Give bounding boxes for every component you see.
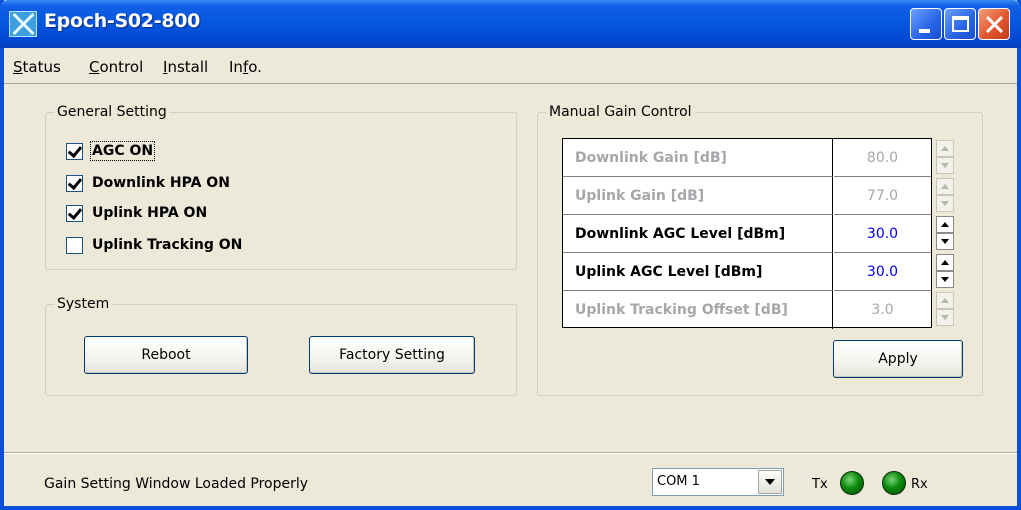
arrow-up-icon: [941, 260, 949, 265]
spin-up-button[interactable]: [936, 178, 954, 195]
minimize-button[interactable]: [910, 8, 942, 40]
downlink-hpa-option[interactable]: Downlink HPA ON: [66, 172, 230, 194]
table-row: Uplink AGC Level [dBm] 30.0: [563, 253, 931, 291]
menu-info[interactable]: Info.: [229, 58, 262, 76]
maximize-button[interactable]: [944, 8, 976, 40]
uplink-gain-value[interactable]: 77.0: [834, 177, 931, 215]
minimize-icon: [919, 29, 930, 33]
arrow-up-icon: [941, 184, 949, 189]
general-setting-title: General Setting: [57, 104, 167, 120]
spin-down-button[interactable]: [936, 233, 954, 250]
status-divider-highlight: [4, 453, 1017, 454]
arrow-up-icon: [941, 298, 949, 303]
arrow-up-icon: [941, 222, 949, 227]
window-title: Epoch-S02-800: [44, 10, 201, 32]
manual-gain-title: Manual Gain Control: [549, 104, 692, 120]
spin-up-button[interactable]: [936, 254, 954, 271]
menu-control[interactable]: Control: [89, 58, 143, 76]
agc-on-checkbox[interactable]: [66, 142, 83, 160]
table-row: Uplink Tracking Offset [dB] 3.0: [563, 291, 931, 329]
factory-setting-button[interactable]: Factory Setting: [309, 336, 475, 374]
uplink-hpa-option[interactable]: Uplink HPA ON: [66, 202, 207, 224]
arrow-down-icon: [941, 277, 949, 282]
com-port-dropdown-button[interactable]: [758, 470, 782, 494]
uplink-tracking-option[interactable]: Uplink Tracking ON: [66, 234, 242, 256]
maximize-icon: [952, 16, 969, 32]
table-row: Downlink Gain [dB] 80.0: [563, 139, 931, 177]
uplink-agc-level-label: Uplink AGC Level [dBm]: [563, 253, 833, 291]
spin-down-button[interactable]: [936, 271, 954, 288]
uplink-tracking-offset-spinner[interactable]: [936, 292, 954, 326]
table-row: Uplink Gain [dB] 77.0: [563, 177, 931, 215]
uplink-agc-level-spinner[interactable]: [936, 254, 954, 288]
app-icon[interactable]: [9, 11, 37, 37]
uplink-tracking-offset-value[interactable]: 3.0: [834, 291, 931, 329]
rx-led-icon: [882, 471, 906, 495]
com-port-value: COM 1: [657, 474, 700, 489]
title-bar[interactable]: Epoch-S02-800: [0, 0, 1021, 48]
apply-button[interactable]: Apply: [833, 340, 963, 378]
chevron-down-icon: [765, 479, 775, 485]
uplink-tracking-offset-label: Uplink Tracking Offset [dB]: [563, 291, 833, 329]
uplink-agc-level-value[interactable]: 30.0: [834, 253, 931, 291]
arrow-down-icon: [941, 201, 949, 206]
arrow-up-icon: [941, 146, 949, 151]
arrow-down-icon: [941, 163, 949, 168]
uplink-tracking-label: Uplink Tracking ON: [92, 237, 243, 253]
close-button[interactable]: [978, 8, 1010, 40]
menu-status[interactable]: Status: [13, 58, 61, 76]
tx-led-icon: [840, 471, 864, 495]
com-port-select[interactable]: COM 1: [652, 468, 784, 496]
uplink-gain-label: Uplink Gain [dB]: [563, 177, 833, 215]
downlink-hpa-label: Downlink HPA ON: [92, 175, 230, 191]
downlink-hpa-checkbox[interactable]: [66, 174, 83, 192]
arrow-down-icon: [941, 315, 949, 320]
uplink-hpa-label: Uplink HPA ON: [92, 205, 208, 221]
uplink-gain-spinner[interactable]: [936, 178, 954, 212]
downlink-agc-level-value[interactable]: 30.0: [834, 215, 931, 253]
spin-down-button[interactable]: [936, 157, 954, 174]
agc-on-label: AGC ON: [89, 141, 156, 161]
downlink-agc-level-label: Downlink AGC Level [dBm]: [563, 215, 833, 253]
uplink-hpa-checkbox[interactable]: [66, 204, 83, 222]
downlink-agc-level-spinner[interactable]: [936, 216, 954, 250]
downlink-gain-spinner[interactable]: [936, 140, 954, 174]
spin-down-button[interactable]: [936, 195, 954, 212]
uplink-tracking-checkbox[interactable]: [66, 236, 83, 254]
downlink-gain-value[interactable]: 80.0: [834, 139, 931, 177]
spin-up-button[interactable]: [936, 292, 954, 309]
reboot-button[interactable]: Reboot: [84, 336, 248, 374]
spin-down-button[interactable]: [936, 309, 954, 326]
spin-up-button[interactable]: [936, 216, 954, 233]
menu-install[interactable]: Install: [163, 58, 208, 76]
system-title: System: [57, 296, 110, 312]
arrow-down-icon: [941, 239, 949, 244]
app-window: Epoch-S02-800 Status Control Install Inf…: [0, 0, 1021, 510]
menu-bar: Status Control Install Info.: [4, 48, 1017, 84]
status-message: Gain Setting Window Loaded Properly: [44, 476, 309, 492]
agc-on-option[interactable]: AGC ON: [66, 140, 156, 162]
downlink-gain-label: Downlink Gain [dB]: [563, 139, 833, 177]
rx-label: Rx: [911, 477, 928, 492]
gain-table: Downlink Gain [dB] 80.0 Uplink Gain [dB]…: [562, 138, 932, 329]
spin-up-button[interactable]: [936, 140, 954, 157]
table-row: Downlink AGC Level [dBm] 30.0: [563, 215, 931, 253]
tx-label: Tx: [812, 477, 828, 492]
